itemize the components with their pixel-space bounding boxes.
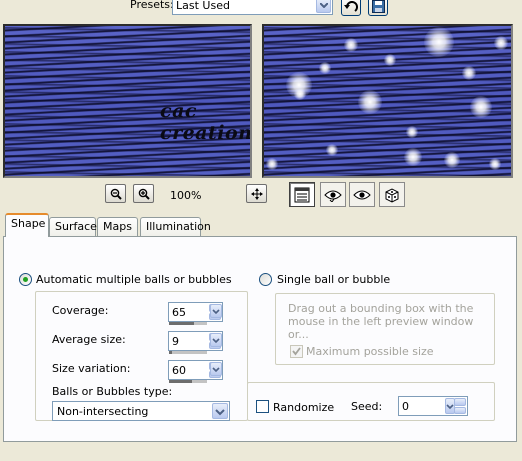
- tab-illumination[interactable]: Illumination: [140, 217, 211, 236]
- bubble: [489, 158, 501, 170]
- slider-fill: [169, 322, 194, 325]
- chevron-down-icon[interactable]: [316, 0, 331, 13]
- zoom-in-icon: [138, 188, 150, 200]
- presets-value: Last Used: [176, 0, 230, 12]
- bubble: [470, 96, 492, 118]
- average-size-slider[interactable]: [169, 351, 207, 354]
- chevron-down-icon: [446, 404, 454, 410]
- reset-button[interactable]: [341, 0, 361, 16]
- bubble: [404, 148, 422, 166]
- tab-label: Illumination: [146, 220, 211, 233]
- chevron-down-icon: [212, 338, 220, 344]
- dice-icon: [385, 187, 399, 203]
- bubble: [319, 62, 331, 74]
- size-variation-label: Size variation:: [52, 362, 131, 375]
- max-size-label: Maximum possible size: [306, 345, 434, 358]
- bubble: [462, 66, 476, 80]
- coverage-dropdown-button[interactable]: [210, 304, 222, 318]
- randomize-label: Randomize: [273, 401, 335, 414]
- bubble: [444, 152, 460, 168]
- check-icon: [292, 347, 301, 356]
- single-ball-radio[interactable]: [259, 273, 272, 286]
- bubble: [494, 36, 508, 50]
- randomize-preset-button[interactable]: [379, 182, 405, 207]
- zoom-out-icon: [110, 188, 122, 200]
- result-preview: [262, 24, 513, 178]
- presets-dropdown[interactable]: Last Used: [172, 0, 333, 15]
- eye-icon: [353, 190, 371, 199]
- save-preset-button[interactable]: [368, 0, 388, 16]
- pan-button[interactable]: [246, 184, 267, 203]
- seed-value: 0: [402, 400, 409, 413]
- zoom-in-button[interactable]: [133, 184, 154, 203]
- move-icon: [250, 187, 263, 200]
- tab-maps[interactable]: Maps: [97, 217, 138, 236]
- undo-arrow-icon: [344, 0, 358, 12]
- auto-multiple-radio[interactable]: [19, 273, 32, 286]
- size-variation-value: 60: [172, 364, 186, 377]
- bubble-type-label: Balls or Bubbles type:: [52, 385, 173, 398]
- coverage-slider[interactable]: [169, 322, 207, 325]
- watermark-text: cac creations: [160, 100, 252, 144]
- bubble: [294, 88, 306, 100]
- slider-fill: [169, 380, 192, 383]
- average-size-dropdown-button[interactable]: [210, 333, 222, 347]
- bubble: [344, 38, 358, 52]
- dropdown-button[interactable]: [212, 403, 228, 419]
- seed-dropdown-button[interactable]: [445, 398, 455, 414]
- tab-surface[interactable]: Surface: [49, 217, 97, 236]
- single-ball-label: Single ball or bubble: [277, 273, 391, 286]
- zoom-level: 100%: [170, 189, 202, 202]
- average-size-label: Average size:: [52, 333, 126, 346]
- chevron-down-icon: [212, 367, 220, 373]
- zoom-out-button[interactable]: [105, 184, 126, 203]
- slider-fill: [169, 351, 173, 354]
- bubble: [358, 90, 382, 114]
- max-size-checkbox[interactable]: [290, 345, 303, 358]
- spinner-arrows[interactable]: [454, 398, 466, 414]
- bubble-type-dropdown[interactable]: Non-intersecting: [52, 401, 230, 421]
- bubble-type-value: Non-intersecting: [57, 405, 149, 418]
- shape-tab-panel: Automatic multiple balls or bubbles Cove…: [3, 236, 517, 442]
- chevron-down-icon: [212, 309, 220, 315]
- bubble: [424, 27, 454, 57]
- show-preview-panel-button[interactable]: [289, 182, 315, 207]
- bubble: [326, 144, 338, 156]
- coverage-value: 65: [172, 306, 186, 319]
- seed-label: Seed:: [351, 400, 383, 413]
- bubble: [384, 54, 396, 66]
- bubble: [266, 158, 278, 170]
- auto-proof-button[interactable]: [349, 182, 375, 207]
- size-variation-dropdown-button[interactable]: [210, 362, 222, 376]
- size-variation-slider[interactable]: [169, 380, 207, 383]
- single-ball-hint: Drag out a bounding box with the mouse i…: [288, 302, 474, 341]
- presets-label: Presets:: [130, 0, 174, 11]
- bubble: [406, 126, 418, 138]
- tab-shape[interactable]: Shape: [5, 213, 49, 237]
- tab-label: Shape: [11, 217, 46, 230]
- eye-icon: [324, 190, 342, 202]
- panel-list-icon: [294, 187, 310, 202]
- average-size-value: 9: [172, 335, 179, 348]
- source-preview[interactable]: cac creations: [3, 24, 252, 178]
- single-ball-group: Drag out a bounding box with the mouse i…: [275, 293, 495, 365]
- save-disk-icon: [371, 0, 385, 13]
- preview-on-image-button[interactable]: [320, 182, 346, 207]
- chevron-down-icon: [215, 409, 225, 416]
- seed-spinner[interactable]: 0: [398, 396, 468, 416]
- tab-label: Surface: [55, 220, 97, 233]
- tab-label: Maps: [103, 220, 132, 233]
- coverage-label: Coverage:: [52, 304, 109, 317]
- randomize-checkbox[interactable]: [256, 400, 269, 413]
- auto-multiple-label: Automatic multiple balls or bubbles: [36, 273, 232, 286]
